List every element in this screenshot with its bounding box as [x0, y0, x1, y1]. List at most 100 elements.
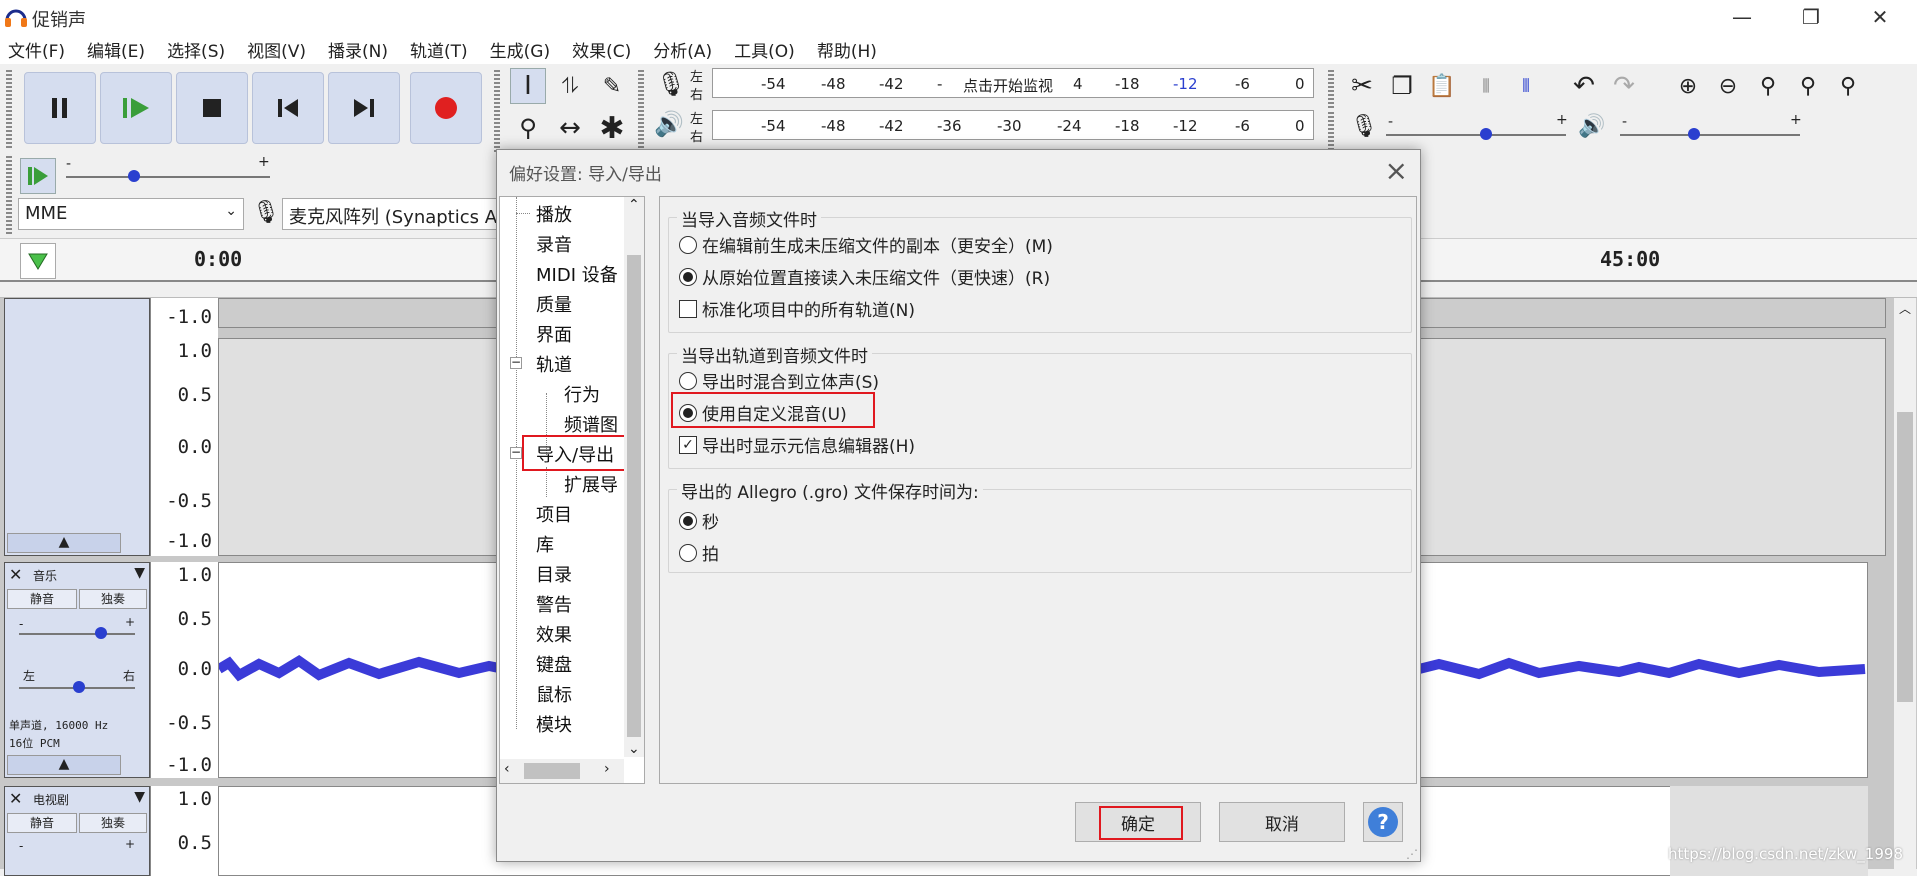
dialog-close-button[interactable]: ×	[1385, 154, 1408, 187]
collapse-track-button[interactable]: ▲	[7, 533, 121, 553]
menu-effect[interactable]: 效果(C)	[572, 37, 631, 62]
tree-item-interface[interactable]: 界面	[536, 321, 572, 347]
tree-item-behaviors[interactable]: 行为	[564, 381, 600, 407]
scrollbar-thumb[interactable]	[524, 763, 580, 779]
tree-item-midi-devices[interactable]: MIDI 设备	[536, 261, 618, 287]
selection-tool-button[interactable]: I	[510, 68, 546, 104]
play-speed-slider[interactable]	[66, 176, 270, 178]
draw-tool-button[interactable]: ✎	[594, 68, 630, 104]
record-button[interactable]	[410, 72, 482, 144]
play-button[interactable]	[100, 72, 172, 144]
checkbox-show-metadata-editor[interactable]: ✓	[679, 436, 697, 454]
tree-item-libraries[interactable]: 库	[536, 531, 554, 557]
skip-to-end-button[interactable]	[328, 72, 400, 144]
timeline-options-button[interactable]	[20, 243, 56, 279]
track-menu-icon[interactable]: ▼	[134, 565, 145, 581]
gain-slider[interactable]	[19, 633, 135, 635]
menu-view[interactable]: 视图(V)	[247, 37, 306, 62]
zoom-in-button[interactable]: ⊕	[1670, 68, 1706, 104]
tree-item-tracks[interactable]: 轨道	[536, 351, 572, 377]
tree-item-playback[interactable]: 播放	[536, 201, 572, 227]
collapse-node-icon[interactable]: −	[510, 357, 522, 369]
scroll-up-icon[interactable]: ︿	[1899, 300, 1911, 317]
tree-item-recording[interactable]: 录音	[536, 231, 572, 257]
input-device-select[interactable]: 麦克风阵列 (Synaptics Au	[282, 198, 502, 230]
solo-button[interactable]: 独奏	[79, 813, 147, 833]
track-name[interactable]: 电视剧	[33, 791, 69, 808]
seconds-option[interactable]: 秒	[679, 508, 719, 533]
tree-item-projects[interactable]: 项目	[536, 501, 572, 527]
mute-button[interactable]: 静音	[7, 589, 77, 609]
help-button[interactable]: ?	[1363, 802, 1403, 842]
tree-item-quality[interactable]: 质量	[536, 291, 572, 317]
cancel-button[interactable]: 取消	[1219, 802, 1345, 842]
playback-meter[interactable]: -54 -48 -42 -36 -30 -24 -18 -12 -6 0	[712, 110, 1314, 140]
zoom-tool-button[interactable]: ⚲	[510, 110, 546, 146]
menu-edit[interactable]: 编辑(E)	[87, 37, 145, 62]
envelope-tool-button[interactable]: ⥮	[552, 68, 588, 104]
solo-button[interactable]: 独奏	[79, 589, 147, 609]
resize-grip-icon[interactable]: ⋰	[1406, 847, 1418, 861]
minimize-button[interactable]: —	[1712, 0, 1772, 34]
toolbar-grip[interactable]	[494, 70, 500, 154]
show-metadata-editor-option[interactable]: ✓ 导出时显示元信息编辑器(H)	[679, 432, 915, 457]
track-control-panel[interactable]: ▲	[4, 298, 150, 556]
zoom-out-button[interactable]: ⊖	[1710, 68, 1746, 104]
zoom-toggle-button[interactable]: ⚲	[1830, 68, 1866, 104]
beats-option[interactable]: 拍	[679, 540, 719, 565]
redo-button[interactable]: ↷	[1606, 68, 1642, 104]
toolbar-grip[interactable]	[1328, 70, 1334, 110]
toolbar-grip[interactable]	[638, 70, 644, 154]
preferences-tree[interactable]: 播放 录音 MIDI 设备 质量 界面 − 轨道 行为 频谱图 − 导入/导出 …	[499, 196, 645, 784]
close-track-icon[interactable]: ✕	[9, 789, 22, 808]
radio-read-directly[interactable]	[679, 268, 697, 286]
menu-analyze[interactable]: 分析(A)	[653, 37, 712, 62]
menu-tools[interactable]: 工具(O)	[734, 37, 795, 62]
menu-tracks[interactable]: 轨道(T)	[410, 37, 468, 62]
tree-item-keyboard[interactable]: 键盘	[536, 651, 572, 677]
track-control-panel[interactable]: ✕ 音乐 ▼ 静音 独奏 - + 左 右 单声道, 16000 Hz 16位 P…	[4, 562, 150, 778]
scroll-left-icon[interactable]: ‹	[504, 761, 510, 777]
record-volume-thumb[interactable]	[1480, 128, 1492, 140]
scroll-up-icon[interactable]: ⌃	[628, 197, 640, 213]
scrollbar-thumb[interactable]	[1897, 412, 1913, 702]
scrollbar-thumb[interactable]	[627, 255, 641, 737]
checkbox-normalize-tracks[interactable]	[679, 300, 697, 318]
track-name[interactable]: 音乐	[33, 567, 57, 584]
audio-host-select[interactable]: MME ⌄	[18, 198, 244, 230]
mix-to-stereo-option[interactable]: 导出时混合到立体声(S)	[679, 368, 879, 393]
playback-volume-thumb[interactable]	[1688, 128, 1700, 140]
record-volume-slider[interactable]	[1386, 134, 1566, 136]
stop-button[interactable]	[176, 72, 248, 144]
copy-button[interactable]: ❐	[1384, 68, 1420, 104]
silence-button[interactable]: ⫴	[1508, 68, 1544, 104]
collapse-node-icon[interactable]: −	[510, 447, 522, 459]
close-window-button[interactable]: ✕	[1850, 0, 1910, 34]
tree-item-directories[interactable]: 目录	[536, 561, 572, 587]
vertical-scrollbar[interactable]: ︿	[1894, 298, 1916, 869]
tree-item-warnings[interactable]: 警告	[536, 591, 572, 617]
radio-copy-before-edit[interactable]	[679, 236, 697, 254]
toolbar-grip[interactable]	[6, 196, 12, 236]
close-track-icon[interactable]: ✕	[9, 565, 22, 584]
menu-help[interactable]: 帮助(H)	[817, 37, 877, 62]
gain-thumb[interactable]	[95, 627, 107, 639]
pan-thumb[interactable]	[73, 681, 85, 693]
trim-button[interactable]: ⫼	[1468, 68, 1504, 104]
playback-volume-slider[interactable]	[1620, 134, 1800, 136]
tree-item-modules[interactable]: 模块	[536, 711, 572, 737]
timeshift-tool-button[interactable]: ↔	[552, 110, 588, 146]
tree-vertical-scrollbar[interactable]: ⌃ ⌄	[624, 197, 644, 757]
pause-button[interactable]	[24, 72, 96, 144]
menu-select[interactable]: 选择(S)	[167, 37, 225, 62]
tree-item-extended-import[interactable]: 扩展导	[564, 471, 618, 497]
scroll-down-icon[interactable]: ⌄	[628, 741, 640, 757]
toolbar-grip[interactable]	[6, 156, 12, 196]
radio-beats[interactable]	[679, 544, 697, 562]
toolbar-grip[interactable]	[1328, 112, 1334, 152]
menu-transport[interactable]: 播录(N)	[328, 37, 388, 62]
menu-generate[interactable]: 生成(G)	[490, 37, 550, 62]
paste-button[interactable]: 📋	[1424, 68, 1460, 104]
skip-to-start-button[interactable]	[252, 72, 324, 144]
undo-button[interactable]: ↶	[1566, 68, 1602, 104]
